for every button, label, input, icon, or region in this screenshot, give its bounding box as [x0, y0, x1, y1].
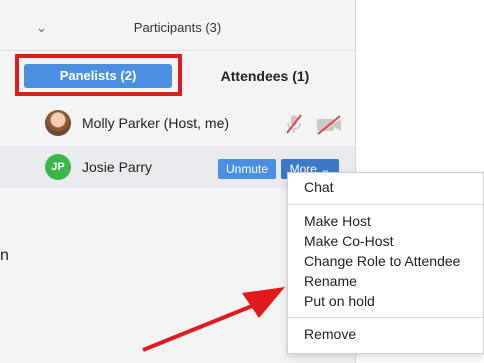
annotation-arrow-icon — [142, 287, 285, 352]
